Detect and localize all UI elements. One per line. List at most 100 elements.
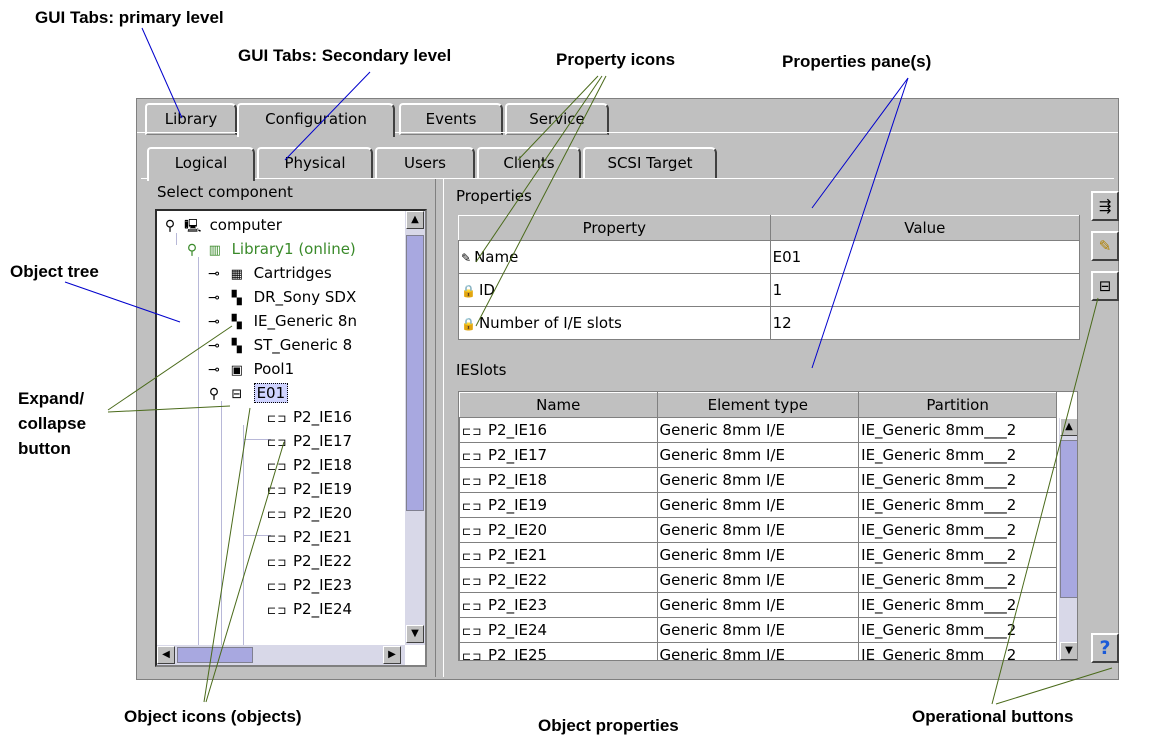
- partition: IE_Generic 8mm___2: [858, 417, 1057, 443]
- tree-vertical-scrollbar[interactable]: ▲ ▼: [405, 211, 425, 645]
- expand-collapse-icon[interactable]: ⚲: [183, 238, 201, 262]
- library-icon: ▥: [208, 243, 221, 258]
- export-icon[interactable]: ⇶: [1091, 191, 1119, 221]
- property-row[interactable]: 🔒 Number of I/E slots 12: [458, 306, 1081, 340]
- scroll-down-icon[interactable]: ▼: [1060, 642, 1077, 660]
- slot-name: P2_IE17: [488, 446, 548, 464]
- table-row[interactable]: ⊏⊐ P2_IE22 Generic 8mm I/E IE_Generic 8mm__…: [459, 567, 1057, 593]
- scroll-thumb[interactable]: [406, 235, 424, 511]
- slot-name: P2_IE24: [488, 621, 548, 639]
- tree-item-e01[interactable]: ⚲ ⊟ E01: [205, 381, 289, 406]
- table-row[interactable]: ⊏⊐ P2_IE25 Generic 8mm I/E IE_Generic 8mm__…: [459, 642, 1057, 661]
- column-header[interactable]: Partition: [858, 392, 1057, 418]
- column-header[interactable]: Property: [458, 215, 771, 241]
- tree-item-slot[interactable]: ⊏⊐ P2_IE16: [267, 405, 352, 429]
- scroll-thumb[interactable]: [1060, 440, 1077, 598]
- property-name: Name: [474, 248, 519, 266]
- table-row[interactable]: ⊏⊐ P2_IE20 Generic 8mm I/E IE_Generic 8mm__…: [459, 517, 1057, 543]
- tree-item-slot[interactable]: ⊏⊐ P2_IE19: [267, 477, 352, 501]
- tab-clients[interactable]: Clients: [477, 147, 581, 179]
- slot-name: P2_IE19: [488, 496, 548, 514]
- column-header[interactable]: Value: [769, 215, 1081, 241]
- table-row[interactable]: ⊏⊐ P2_IE16 Generic 8mm I/E IE_Generic 8mm__…: [459, 417, 1057, 443]
- tree-item-slot[interactable]: ⊏⊐ P2_IE18: [267, 453, 352, 477]
- tree-item-slot[interactable]: ⊏⊐ P2_IE21: [267, 525, 352, 549]
- tab-library[interactable]: Library: [145, 103, 237, 135]
- element-type: Generic 8mm I/E: [656, 617, 860, 643]
- slot-icon: ⊏⊐: [267, 580, 288, 593]
- tree-item-slot[interactable]: ⊏⊐ P2_IE23: [267, 573, 352, 597]
- tree-item-label: P2_IE19: [293, 480, 353, 498]
- expand-collapse-icon[interactable]: ⊸: [205, 310, 223, 334]
- tree-item-label: Library1 (online): [231, 240, 356, 258]
- expand-collapse-icon[interactable]: ⚲: [161, 214, 179, 238]
- scroll-up-icon[interactable]: ▲: [406, 211, 424, 229]
- expand-collapse-icon[interactable]: ⊸: [205, 286, 223, 310]
- help-icon[interactable]: ?: [1091, 633, 1119, 663]
- expand-collapse-icon[interactable]: ⊸: [205, 334, 223, 358]
- slot-icon: ⊏⊐: [462, 550, 483, 563]
- tree-item-label: ST_Generic 8: [253, 336, 353, 354]
- callout-operational-buttons: Operational buttons: [912, 707, 1074, 726]
- partition: IE_Generic 8mm___2: [858, 467, 1057, 493]
- table-row[interactable]: ⊏⊐ P2_IE21 Generic 8mm I/E IE_Generic 8mm__…: [459, 542, 1057, 568]
- slot-icon: ⊏⊐: [462, 650, 483, 661]
- property-name: Number of I/E slots: [478, 314, 622, 332]
- tree-section-label: Select component: [157, 183, 293, 201]
- element-type: Generic 8mm I/E: [656, 642, 860, 660]
- object-tree[interactable]: ⚲ 🖳 computer ⚲ ▥ Library1 (online) ⊸ ▦ C…: [155, 209, 427, 667]
- slot-icon: ⊏⊐: [267, 484, 288, 497]
- table-row[interactable]: ⊏⊐ P2_IE23 Generic 8mm I/E IE_Generic 8mm__…: [459, 592, 1057, 618]
- tree-guide: [198, 257, 199, 657]
- tree-item-slot[interactable]: ⊏⊐ P2_IE17: [267, 429, 352, 453]
- tree-item-label: P2_IE16: [293, 408, 353, 426]
- callout-property-icons: Property icons: [556, 50, 676, 69]
- table-row[interactable]: ⊏⊐ P2_IE19 Generic 8mm I/E IE_Generic 8mm__…: [459, 492, 1057, 518]
- slot-name: P2_IE23: [488, 596, 548, 614]
- tree-item-slot[interactable]: ⊏⊐ P2_IE20: [267, 501, 352, 525]
- tree-item-drive[interactable]: ⊸ ▚ DR_Sony SDX: [205, 285, 356, 309]
- tab-events[interactable]: Events: [399, 103, 503, 135]
- slot-icon: ⊏⊐: [267, 436, 288, 449]
- scroll-up-icon[interactable]: ▲: [1060, 418, 1077, 436]
- expand-collapse-icon[interactable]: ⊸: [205, 262, 223, 286]
- table-row[interactable]: ⊏⊐ P2_IE24 Generic 8mm I/E IE_Generic 8mm__…: [459, 617, 1057, 643]
- scroll-left-icon[interactable]: ◀: [157, 646, 175, 664]
- tab-logical[interactable]: Logical: [147, 147, 255, 181]
- tab-service[interactable]: Service: [505, 103, 609, 135]
- property-row[interactable]: 🔒 ID 1: [458, 273, 1081, 307]
- cartridges-icon: ▦: [230, 267, 243, 282]
- tree-item-st-partition[interactable]: ⊸ ▚ ST_Generic 8: [205, 333, 352, 357]
- table-row[interactable]: ⊏⊐ P2_IE18 Generic 8mm I/E IE_Generic 8mm__…: [459, 467, 1057, 493]
- callout-object-tree: Object tree: [10, 262, 99, 281]
- tab-configuration[interactable]: Configuration: [237, 103, 395, 137]
- tree-item-slot[interactable]: ⊏⊐ P2_IE22: [267, 549, 352, 573]
- edit-pencil-icon[interactable]: ✎: [1091, 231, 1119, 261]
- scroll-down-icon[interactable]: ▼: [406, 625, 424, 643]
- slot-icon: ⊏⊐: [267, 508, 288, 521]
- eject-icon[interactable]: ⊟: [1091, 271, 1119, 301]
- property-value[interactable]: E01: [769, 240, 1081, 274]
- scroll-thumb[interactable]: [177, 647, 253, 663]
- tree-item-cartridges[interactable]: ⊸ ▦ Cartridges: [205, 261, 332, 285]
- tab-users[interactable]: Users: [375, 147, 475, 179]
- column-header[interactable]: Name: [459, 392, 658, 418]
- expand-collapse-icon[interactable]: ⚲: [205, 382, 223, 406]
- expand-collapse-icon[interactable]: ⊸: [205, 358, 223, 382]
- tab-physical[interactable]: Physical: [257, 147, 373, 179]
- scroll-right-icon[interactable]: ▶: [383, 646, 401, 664]
- tree-item-library1[interactable]: ⚲ ▥ Library1 (online): [183, 237, 356, 261]
- property-value: 1: [769, 273, 1081, 307]
- tree-horizontal-scrollbar[interactable]: ◀ ▶: [157, 645, 405, 665]
- table-row[interactable]: ⊏⊐ P2_IE17 Generic 8mm I/E IE_Generic 8mm__…: [459, 442, 1057, 468]
- column-header[interactable]: Element type: [656, 392, 860, 418]
- tree-item-ie-partition[interactable]: ⊸ ▚ IE_Generic 8n: [205, 309, 357, 333]
- tree-item-computer[interactable]: ⚲ 🖳 computer: [161, 213, 282, 237]
- property-row[interactable]: ✎ Name E01: [458, 240, 1081, 274]
- partition: IE_Generic 8mm___2: [858, 542, 1057, 568]
- tab-scsi-target[interactable]: SCSI Target: [583, 147, 717, 179]
- partition: IE_Generic 8mm___2: [858, 492, 1057, 518]
- ieslots-vertical-scrollbar[interactable]: ▲ ▼: [1059, 418, 1077, 660]
- tree-item-pool1[interactable]: ⊸ ▣ Pool1: [205, 357, 294, 381]
- tree-item-slot[interactable]: ⊏⊐ P2_IE24: [267, 597, 352, 621]
